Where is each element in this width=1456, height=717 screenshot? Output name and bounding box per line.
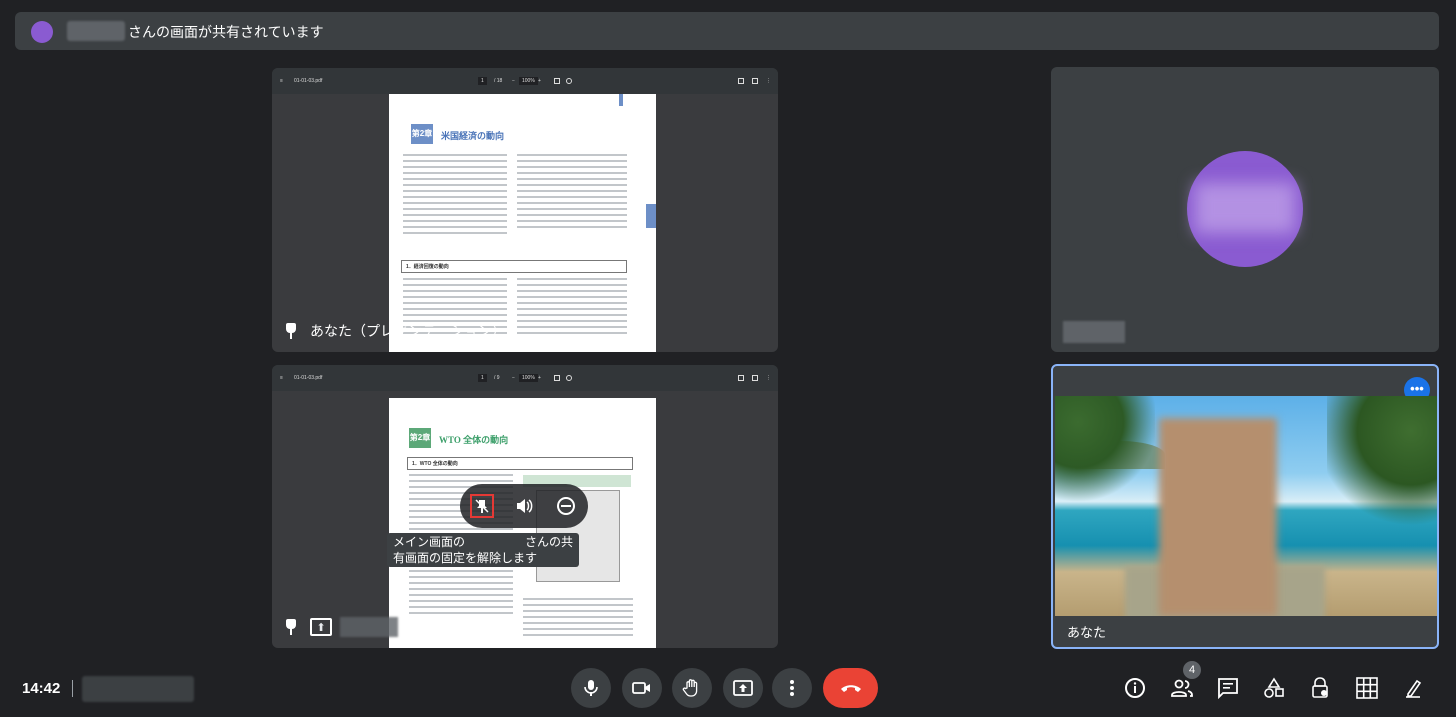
pdf-page-number: 1 (478, 374, 487, 382)
present-icon[interactable]: ⬆ (310, 618, 332, 636)
pdf-zoom-value: 100% (519, 374, 538, 382)
self-video-tile[interactable]: ••• あなた (1051, 364, 1439, 649)
pdf-page-number: 1 (478, 77, 487, 85)
pdf-toolbar: ≡ 01-01-03.pdf 1 / 18 − 100% + ⋮ (272, 68, 778, 94)
raise-hand-icon (682, 679, 698, 697)
pdf-zoom-out-icon: − (512, 375, 515, 381)
meeting-code-redacted (82, 676, 194, 702)
chapter-title: 米国経済の動向 (441, 131, 505, 141)
self-video (1055, 396, 1437, 616)
activities-button[interactable] (1262, 676, 1286, 700)
people-button[interactable] (1170, 676, 1194, 700)
pdf-zoom-value: 100% (519, 77, 538, 85)
section-title: 1．経済回復の動向 (401, 260, 627, 273)
unpin-tooltip: メイン画面の さんの共有画面の固定を解除します (387, 533, 579, 567)
camera-button[interactable] (622, 668, 662, 708)
caption-button[interactable] (1401, 676, 1425, 700)
present-icon (733, 680, 753, 696)
camera-icon (632, 682, 650, 694)
volume-icon[interactable] (512, 494, 536, 518)
more-options-button[interactable] (772, 668, 812, 708)
unpin-icon[interactable] (470, 494, 494, 518)
pdf-toolbar: ≡ 01-01-03.pdf 1 / 9 − 100% + ⋮ (272, 365, 778, 391)
pdf-filename: 01-01-03.pdf (294, 78, 323, 84)
clock: 14:42 (22, 680, 61, 697)
mic-icon (584, 680, 598, 696)
tile-footer: ⬆ (284, 616, 398, 638)
chat-icon (1218, 678, 1238, 699)
end-call-button[interactable] (823, 668, 878, 708)
activities-icon (1264, 677, 1284, 698)
sharing-banner-text: さんの画面が共有されています (128, 24, 324, 40)
more-vert-icon (790, 680, 794, 696)
presentation-tile-other[interactable]: ≡ 01-01-03.pdf 1 / 9 − 100% + ⋮ 第2章 WTO … (272, 365, 778, 648)
info-icon (1125, 678, 1145, 698)
pdf-more-icon: ⋮ (766, 78, 771, 84)
pdf-menu-icon: ≡ (280, 375, 283, 381)
body-text-left (403, 154, 507, 238)
participant-name-redacted (1063, 321, 1125, 343)
pin-icon[interactable] (284, 619, 298, 635)
section-title: 1．WTO 全体の動向 (407, 457, 633, 470)
pdf-page-total: / 18 (494, 78, 503, 84)
pdf-zoom-in-icon: + (538, 375, 541, 381)
pdf-zoom-out-icon: − (512, 78, 515, 84)
presentation-tile-self[interactable]: ≡ 01-01-03.pdf 1 / 18 − 100% + ⋮ 第2章 米国経… (272, 68, 778, 352)
pdf-rotate-icon (566, 375, 572, 381)
presenter-name-redacted (340, 617, 398, 637)
chapter-title: WTO 全体の動向 (439, 435, 509, 445)
info-button[interactable] (1123, 676, 1147, 700)
pdf-page-total: / 9 (494, 375, 500, 381)
pdf-page: 第2章 米国経済の動向 1．経済回復の動向 (389, 94, 656, 352)
participant-avatar (1187, 151, 1303, 267)
layout-button[interactable] (1355, 676, 1379, 700)
page-header-bar (619, 94, 623, 106)
raise-hand-button[interactable] (672, 668, 712, 708)
pdf-print-icon (752, 78, 758, 84)
pdf-zoom-in-icon: + (538, 78, 541, 84)
grid-icon (1356, 677, 1378, 699)
body-text-right-2 (517, 278, 627, 338)
body-text-right (523, 598, 633, 640)
side-tab (646, 204, 656, 228)
present-button[interactable] (723, 668, 763, 708)
presenter-avatar (31, 21, 53, 43)
tile-label: あなた（プレゼンテーション） (310, 323, 506, 339)
pdf-rotate-icon (566, 78, 572, 84)
people-icon (1171, 679, 1193, 697)
end-call-icon (840, 685, 861, 692)
pdf-download-icon (738, 78, 744, 84)
chapter-badge: 第2章 (411, 124, 433, 144)
pin-icon[interactable] (284, 323, 298, 339)
host-controls-button[interactable] (1308, 676, 1332, 700)
pdf-menu-icon: ≡ (280, 78, 283, 84)
self-label: あなた (1067, 625, 1107, 640)
pdf-print-icon (752, 375, 758, 381)
pdf-more-icon: ⋮ (766, 375, 771, 381)
chat-button[interactable] (1216, 676, 1240, 700)
divider (72, 680, 73, 697)
blurred-face (1159, 418, 1277, 616)
caption-icon (1406, 679, 1422, 698)
tile-hover-controls (460, 484, 588, 528)
mic-button[interactable] (571, 668, 611, 708)
tile-footer: あなた（プレゼンテーション） (284, 320, 506, 342)
presenter-name-redacted (67, 21, 125, 41)
participant-tile[interactable] (1051, 67, 1439, 352)
pdf-filename: 01-01-03.pdf (294, 375, 323, 381)
body-text-right (517, 154, 627, 232)
chapter-badge: 第2章 (409, 428, 431, 448)
pdf-fit-icon (554, 375, 560, 381)
pdf-download-icon (738, 375, 744, 381)
minus-circle-icon[interactable] (554, 494, 578, 518)
host-controls-icon (1312, 677, 1328, 698)
sharing-banner: さんの画面が共有されています (15, 12, 1439, 50)
pdf-fit-icon (554, 78, 560, 84)
